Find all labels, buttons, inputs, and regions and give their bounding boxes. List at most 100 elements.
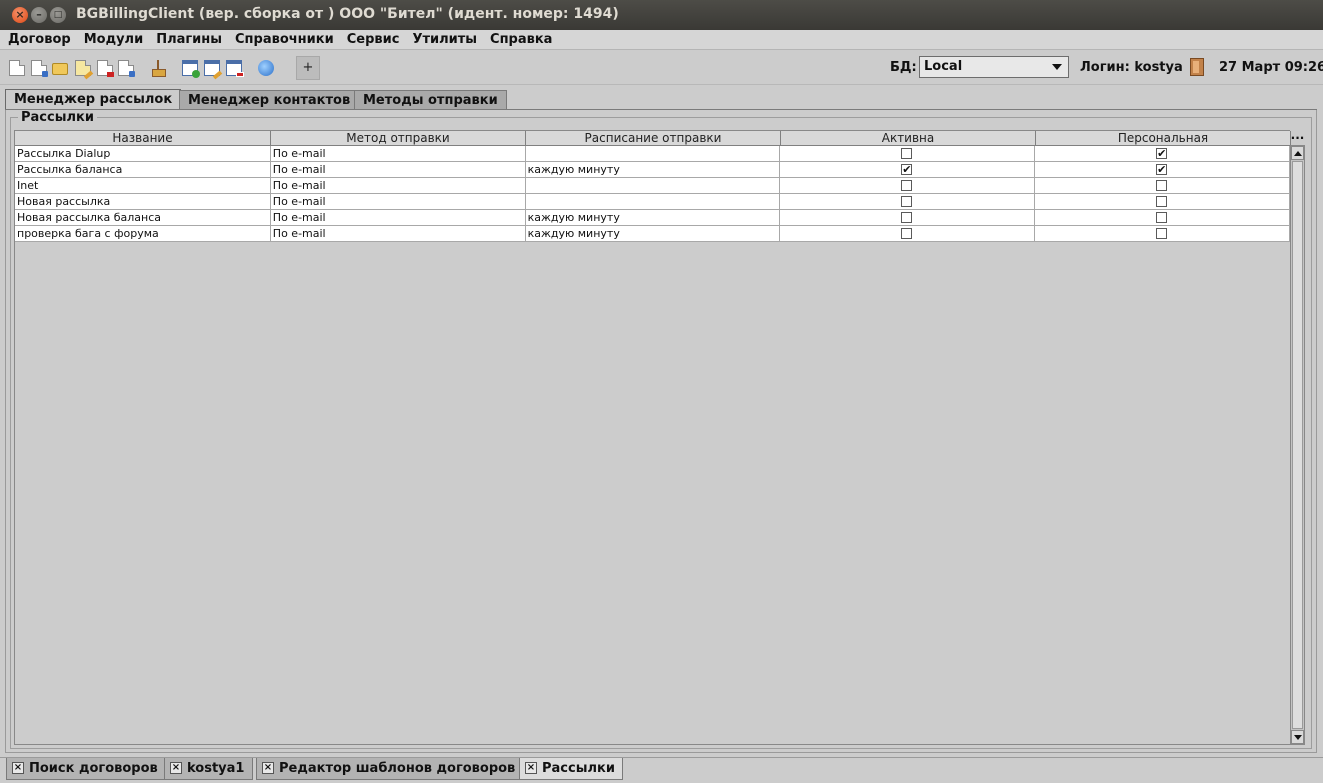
cell-schedule: каждую минуту [525, 162, 781, 178]
cell-method: По e-mail [270, 226, 526, 242]
tab-contact-manager[interactable]: Менеджер контактов [179, 90, 360, 110]
personal-checkbox[interactable] [1156, 146, 1168, 161]
table-row[interactable]: Новая рассылка баланса По e-mail каждую … [15, 210, 1290, 226]
close-icon[interactable]: × [525, 762, 537, 774]
remove-window-icon[interactable] [226, 60, 244, 77]
bottom-tab-label: Рассылки [542, 761, 615, 776]
column-header-active[interactable]: Активна [781, 131, 1036, 146]
table-row[interactable]: проверка бага с форума По e-mail каждую … [15, 226, 1290, 242]
title-bar: × – □ BGBillingClient (вер. сборка от ) … [0, 0, 1323, 30]
bottom-tab-template-editor[interactable]: × Редактор шаблонов договоров [256, 758, 525, 780]
active-checkbox[interactable] [901, 212, 913, 223]
active-checkbox[interactable] [901, 148, 913, 159]
cell-method: По e-mail [270, 162, 526, 178]
scroll-thumb[interactable] [1292, 161, 1303, 729]
active-checkbox[interactable] [901, 196, 913, 207]
scroll-up-button[interactable] [1291, 146, 1304, 160]
move-doc-icon[interactable] [118, 60, 135, 77]
column-header-method[interactable]: Метод отправки [271, 131, 526, 146]
table-row[interactable]: Рассылка Dialup По e-mail [15, 146, 1290, 162]
edit-window-icon[interactable] [204, 60, 223, 80]
active-checkbox[interactable] [901, 228, 913, 239]
new-doc-icon[interactable] [9, 60, 25, 76]
column-header-schedule[interactable]: Расписание отправки [526, 131, 781, 146]
cell-schedule [525, 194, 781, 210]
personal-checkbox[interactable] [1156, 162, 1168, 177]
bottom-tab-contract-search[interactable]: × Поиск договоров [6, 758, 167, 780]
table-row[interactable]: Рассылка баланса По e-mail каждую минуту [15, 162, 1290, 178]
table-row[interactable]: Новая рассылка По e-mail [15, 194, 1290, 210]
window-maximize-button[interactable]: □ [50, 7, 66, 23]
personal-checkbox[interactable] [1156, 180, 1168, 191]
cell-method: По e-mail [270, 178, 526, 194]
cell-active [780, 178, 1036, 194]
window-close-button[interactable]: × [12, 7, 28, 23]
refresh-icon[interactable] [258, 60, 274, 76]
menu-dogovor[interactable]: Договор [8, 32, 71, 47]
scroll-down-button[interactable] [1291, 730, 1304, 744]
cell-personal [1035, 226, 1290, 242]
open-folder-icon[interactable] [52, 63, 68, 75]
logout-door-icon[interactable] [1190, 58, 1204, 76]
cell-method: По e-mail [270, 210, 526, 226]
menu-spravka[interactable]: Справка [490, 32, 552, 47]
arrow-up-icon [1294, 151, 1302, 156]
tab-send-methods[interactable]: Методы отправки [354, 90, 507, 110]
table-row[interactable]: Inet По e-mail [15, 178, 1290, 194]
personal-checkbox[interactable] [1156, 212, 1168, 223]
close-icon[interactable]: × [262, 762, 274, 774]
edit-doc-icon[interactable] [75, 60, 94, 80]
add-tab-button[interactable]: + [296, 56, 320, 80]
column-menu-button[interactable]: ... [1290, 129, 1305, 145]
cell-schedule [525, 178, 781, 194]
vertical-scrollbar[interactable] [1290, 145, 1305, 745]
db-select-value: Local [924, 59, 963, 74]
menu-moduli[interactable]: Модули [84, 32, 143, 47]
menu-utility[interactable]: Утилиты [412, 32, 477, 47]
copy-doc-icon[interactable] [31, 60, 48, 77]
cell-name: проверка бага с форума [15, 226, 271, 242]
table-header: Название Метод отправки Расписание отпра… [15, 131, 1291, 146]
cell-active [780, 194, 1036, 210]
group-title: Рассылки [18, 110, 97, 125]
active-checkbox[interactable] [901, 162, 913, 177]
db-label: БД: [890, 60, 917, 75]
personal-checkbox[interactable] [1156, 196, 1168, 207]
column-header-personal[interactable]: Персональная [1036, 131, 1291, 146]
cell-name: Рассылка баланса [15, 162, 271, 178]
bottom-tab-label: Редактор шаблонов договоров [279, 761, 516, 776]
menu-servis[interactable]: Сервис [347, 32, 400, 47]
window-minimize-button[interactable]: – [31, 7, 47, 23]
cell-active [780, 210, 1036, 226]
broom-icon[interactable] [152, 60, 166, 77]
bottom-tab-label: Поиск договоров [29, 761, 158, 776]
arrow-down-icon [1294, 735, 1302, 740]
window-title: BGBillingClient (вер. сборка от ) ООО "Б… [76, 6, 619, 22]
cell-schedule: каждую минуту [525, 226, 781, 242]
bottom-tab-label: kostya1 [187, 761, 245, 776]
cell-personal [1035, 146, 1290, 162]
active-checkbox[interactable] [901, 180, 913, 191]
cell-personal [1035, 178, 1290, 194]
cell-active [780, 162, 1036, 178]
datetime-label: 27 Март 09:26 [1219, 60, 1323, 75]
cell-method: По e-mail [270, 146, 526, 162]
add-window-icon[interactable] [182, 60, 200, 78]
column-header-name[interactable]: Название [15, 131, 271, 146]
close-icon[interactable]: × [12, 762, 24, 774]
bottom-tab-mailings[interactable]: × Рассылки [519, 758, 623, 780]
tab-mailing-manager[interactable]: Менеджер рассылок [5, 89, 182, 110]
cell-schedule: каждую минуту [525, 210, 781, 226]
personal-checkbox[interactable] [1156, 228, 1168, 239]
db-select[interactable]: Local [919, 56, 1069, 78]
menu-spravochniki[interactable]: Справочники [235, 32, 334, 47]
cell-method: По e-mail [270, 194, 526, 210]
cell-name: Рассылка Dialup [15, 146, 271, 162]
chevron-down-icon [1052, 64, 1062, 70]
close-icon[interactable]: × [170, 762, 182, 774]
login-label: Логин: kostya [1080, 60, 1183, 75]
menu-plaginy[interactable]: Плагины [156, 32, 222, 47]
bottom-tab-kostya1[interactable]: × kostya1 [164, 758, 254, 780]
delete-doc-icon[interactable] [97, 60, 114, 77]
mailings-table: Название Метод отправки Расписание отпра… [14, 130, 1291, 745]
